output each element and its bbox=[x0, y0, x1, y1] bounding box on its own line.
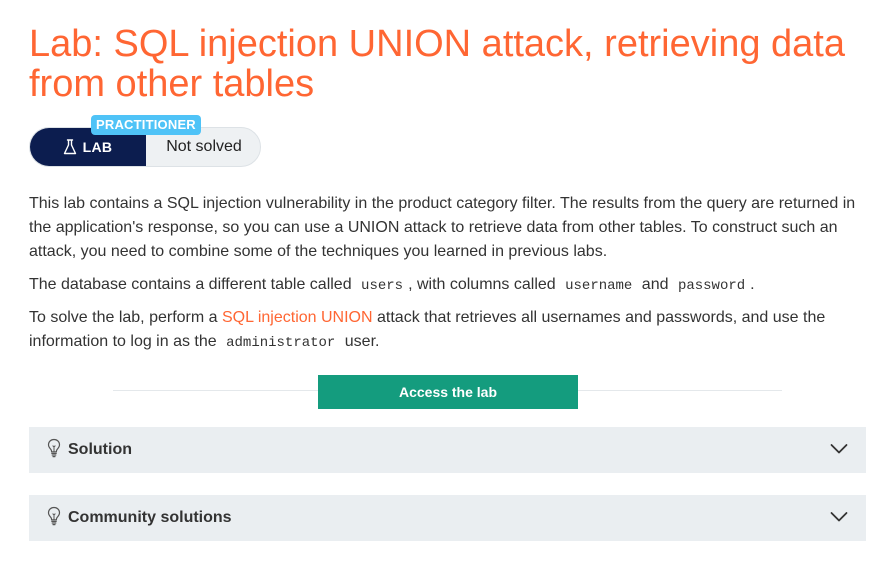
community-solutions-label: Community solutions bbox=[68, 509, 232, 526]
chevron-down-icon[interactable] bbox=[830, 510, 848, 522]
text-segment: The database contains a different table … bbox=[29, 276, 357, 293]
code-table-name: users bbox=[361, 278, 404, 294]
lab-description: This lab contains a SQL injection vulner… bbox=[29, 195, 856, 260]
text-segment: . bbox=[750, 276, 755, 293]
page-title: Lab: SQL injection UNION attack, retriev… bbox=[29, 23, 845, 105]
community-solutions-accordion[interactable]: Community solutions bbox=[29, 495, 866, 541]
chevron-down-icon[interactable] bbox=[830, 442, 848, 454]
lightbulb-icon bbox=[47, 438, 61, 458]
database-description: The database contains a different table … bbox=[29, 273, 869, 298]
sql-injection-union-link[interactable]: SQL injection UNION bbox=[222, 309, 373, 326]
flask-icon bbox=[63, 139, 77, 155]
access-lab-button[interactable]: Access the lab bbox=[318, 375, 578, 409]
text-segment: , with columns called bbox=[408, 276, 561, 293]
text-segment: user. bbox=[340, 333, 380, 350]
level-badge: PRACTITIONER bbox=[91, 115, 201, 135]
text-segment: and bbox=[637, 276, 673, 293]
solution-accordion[interactable]: Solution bbox=[29, 427, 866, 473]
code-administrator: administrator bbox=[226, 335, 336, 351]
lightbulb-icon bbox=[47, 506, 61, 526]
code-column-username: username bbox=[565, 278, 633, 294]
lab-type-label: LAB bbox=[82, 139, 113, 155]
solve-instructions: To solve the lab, perform a SQL injectio… bbox=[29, 306, 869, 355]
code-column-password: password bbox=[677, 278, 746, 294]
text-segment: To solve the lab, perform a bbox=[29, 309, 222, 326]
lab-status-badge: PRACTITIONER LAB Not solved bbox=[29, 115, 261, 167]
solution-label: Solution bbox=[68, 441, 132, 458]
